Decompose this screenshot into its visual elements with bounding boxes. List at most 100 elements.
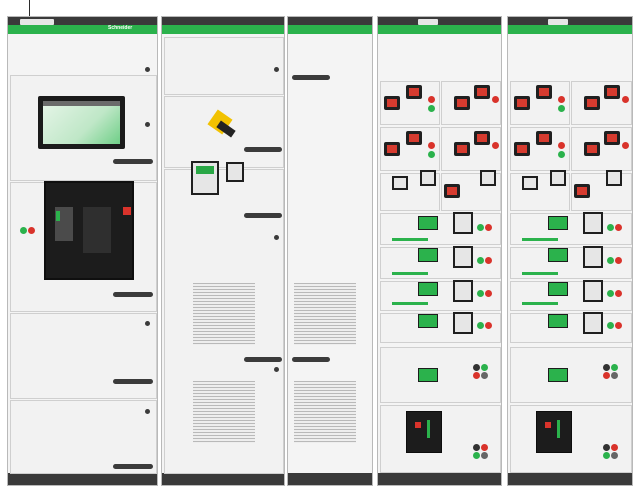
door-handle — [113, 464, 153, 469]
relay — [406, 85, 422, 99]
green-stripe — [8, 25, 157, 34]
meter — [522, 176, 538, 190]
push-button — [607, 224, 614, 231]
touchscreen-hmi — [38, 96, 125, 149]
green-stripe — [508, 25, 632, 34]
label-strip — [522, 302, 558, 305]
push-button — [492, 142, 499, 149]
push-button — [481, 452, 488, 459]
push-button — [615, 322, 622, 329]
push-button — [607, 322, 614, 329]
meter — [453, 212, 473, 234]
drawer — [441, 127, 501, 171]
label-strip — [522, 272, 558, 275]
push-button — [603, 372, 610, 379]
push-button — [485, 224, 492, 231]
pilot-light-green — [20, 227, 27, 234]
pilot-light-red — [28, 227, 35, 234]
motor-starter-module — [418, 368, 438, 382]
meter — [420, 170, 436, 186]
drawer — [510, 281, 632, 311]
push-button — [473, 372, 480, 379]
label-strip — [392, 272, 428, 275]
motor-starter-module — [548, 368, 568, 382]
motor-starter-module — [548, 282, 568, 296]
push-button — [428, 151, 435, 158]
top-band — [162, 17, 284, 25]
push-button — [477, 257, 484, 264]
door-latch — [274, 367, 279, 372]
meter — [583, 212, 603, 234]
door-latch — [145, 409, 150, 414]
push-button — [607, 290, 614, 297]
meter — [453, 312, 473, 334]
push-button — [485, 257, 492, 264]
push-button — [558, 105, 565, 112]
push-button — [622, 142, 629, 149]
push-button — [481, 372, 488, 379]
moulded-case-breaker — [536, 411, 572, 453]
panel-lower-2 — [10, 400, 157, 474]
selector-switch — [603, 364, 610, 371]
meter — [392, 176, 408, 190]
plinth — [162, 473, 284, 485]
power-meter — [191, 161, 219, 195]
nameplate — [548, 19, 568, 25]
ventilation-grille — [294, 283, 356, 345]
meter — [453, 246, 473, 268]
green-stripe — [288, 25, 372, 34]
push-button — [485, 322, 492, 329]
nameplate — [20, 19, 54, 25]
label-strip — [392, 302, 428, 305]
relay — [574, 184, 590, 198]
label-strip — [522, 238, 558, 241]
relay — [584, 96, 600, 110]
push-button — [477, 224, 484, 231]
ventilation-grille — [294, 381, 356, 443]
relay — [536, 85, 552, 99]
push-button — [558, 142, 565, 149]
relay — [604, 131, 620, 145]
door-latch — [145, 321, 150, 326]
ventilation-grille — [193, 381, 255, 443]
relay — [536, 131, 552, 145]
top-band — [508, 17, 632, 25]
push-button — [477, 290, 484, 297]
push-button — [477, 322, 484, 329]
motor-starter-module — [418, 282, 438, 296]
push-button — [481, 444, 488, 451]
motor-starter-module — [548, 248, 568, 262]
relay — [444, 184, 460, 198]
push-button — [485, 290, 492, 297]
door-handle — [244, 213, 282, 218]
push-button — [611, 444, 618, 451]
relay — [384, 142, 400, 156]
plinth — [288, 473, 372, 485]
door-handle — [113, 379, 153, 384]
door-latch — [145, 67, 150, 72]
switchboard-image: Schneider — [0, 0, 640, 492]
relay — [454, 142, 470, 156]
plinth — [378, 473, 501, 485]
selector-switch — [603, 444, 610, 451]
motor-starter-module — [548, 314, 568, 328]
top-band — [378, 17, 501, 25]
label-strip — [392, 238, 428, 241]
small-meter — [226, 162, 244, 182]
selector-switch — [473, 444, 480, 451]
meter — [583, 312, 603, 334]
moulded-case-breaker — [406, 411, 442, 453]
door-latch — [145, 122, 150, 127]
relay — [474, 131, 490, 145]
push-button — [481, 364, 488, 371]
air-circuit-breaker — [44, 181, 134, 280]
door-handle — [292, 75, 330, 80]
green-stripe — [162, 25, 284, 34]
push-button — [615, 290, 622, 297]
door-handle — [292, 357, 330, 362]
brand-logo: Schneider — [108, 25, 133, 31]
push-button — [428, 105, 435, 112]
push-button — [428, 142, 435, 149]
motor-starter-module — [548, 216, 568, 230]
push-button — [558, 96, 565, 103]
